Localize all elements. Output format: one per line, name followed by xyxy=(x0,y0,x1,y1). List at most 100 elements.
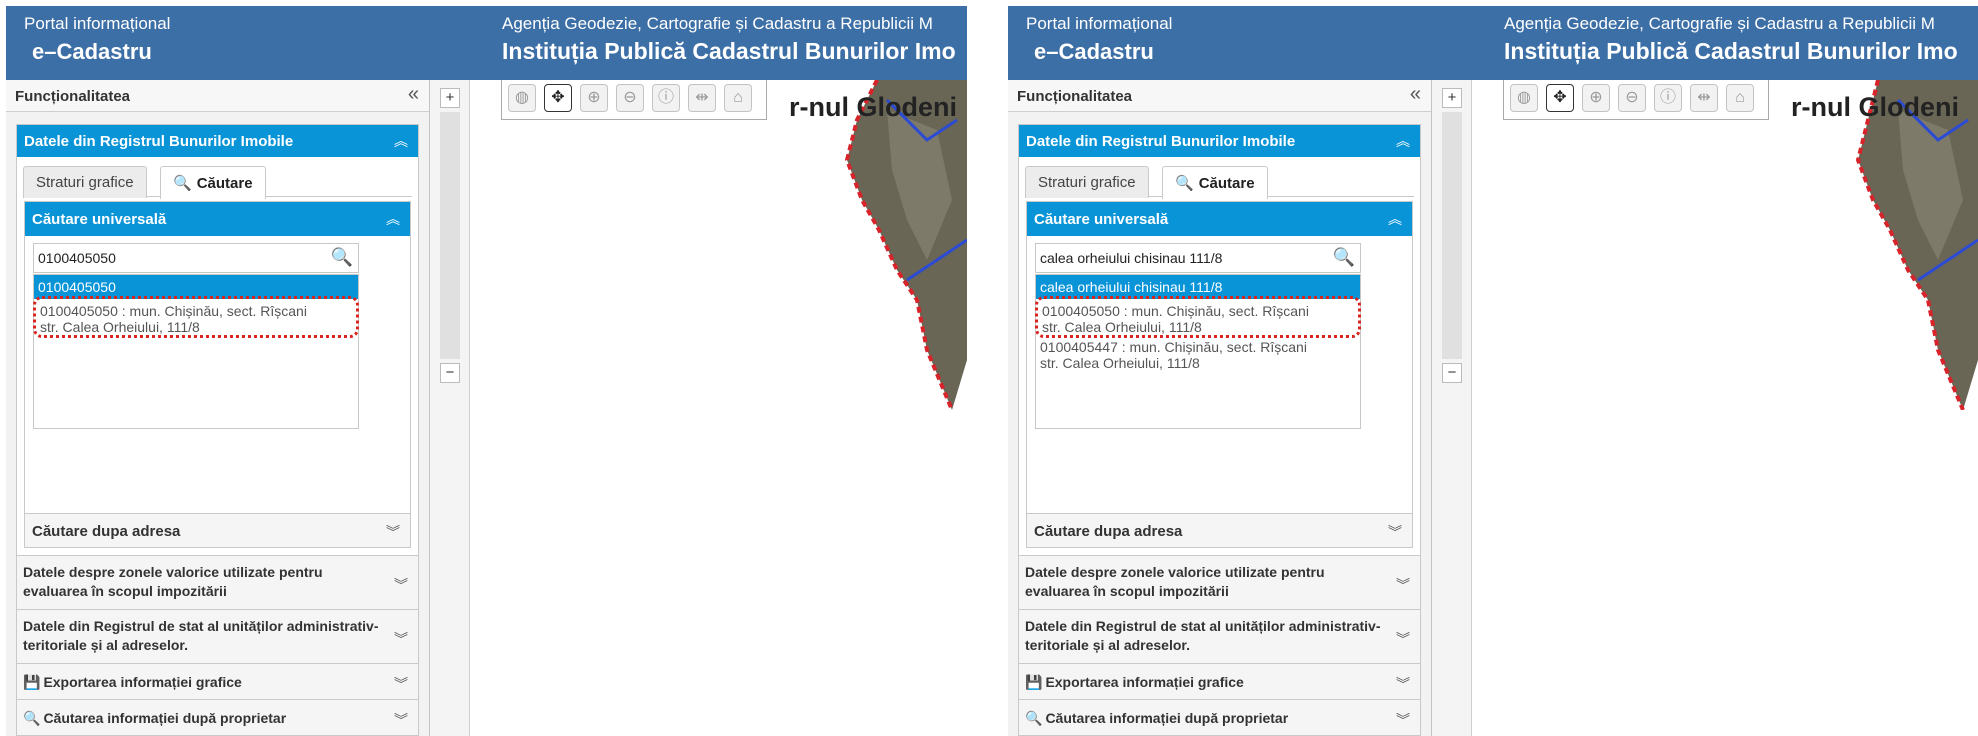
zoom-slider[interactable] xyxy=(440,112,460,359)
address-search-title: Căutare dupa adresa xyxy=(1034,523,1183,540)
map-view[interactable]: ◍ ✥ ⊕ ⊖ ⓘ ⇹ ⌂ r-nul Glodeni xyxy=(471,80,967,736)
globe-icon[interactable]: ◍ xyxy=(508,84,536,112)
section-title-wrap: 🔍 Căutarea informației după proprietar xyxy=(1025,709,1385,728)
screenshot-right: Portal informațional e–Cadastru Agenția … xyxy=(1008,6,1978,736)
search-field[interactable]: 🔍 xyxy=(1035,243,1361,273)
zoom-in-icon[interactable]: ⊕ xyxy=(1582,84,1610,112)
screenshot-left: Portal informațional e–Cadastru Agenția … xyxy=(6,6,967,736)
measure-icon[interactable]: ⇹ xyxy=(688,84,716,112)
chevron-up-icon[interactable]: ︽ xyxy=(1396,131,1410,151)
search-input[interactable] xyxy=(1036,244,1326,272)
info-icon[interactable]: ⓘ xyxy=(1654,84,1682,112)
result-item[interactable]: 0100405050 : mun. Chișinău, sect. Rîșcan… xyxy=(33,296,359,338)
chevron-down-icon[interactable]: ︾ xyxy=(394,710,408,730)
suggestion-list: calea orheiului chisinau 111/8 010040505… xyxy=(1035,274,1361,429)
chevron-down-icon[interactable]: ︾ xyxy=(1396,629,1410,649)
chevron-up-icon[interactable]: ︽ xyxy=(1388,209,1402,229)
portal-label: Portal informațional xyxy=(24,14,171,33)
collapse-icon[interactable]: « xyxy=(408,83,419,106)
search-icon: 🔍 xyxy=(23,710,41,726)
tab-label: Straturi grafice xyxy=(36,174,134,191)
section-title: Exportarea informației grafice xyxy=(43,674,242,690)
zoom-out-icon[interactable]: ⊖ xyxy=(1618,84,1646,112)
chevron-up-icon[interactable]: ︽ xyxy=(386,209,400,229)
chevron-down-icon[interactable]: ︾ xyxy=(1396,575,1410,595)
search-icon[interactable]: 🔍 xyxy=(1333,247,1355,268)
result-line: 0100405050 : mun. Chișinău, sect. Rîșcan… xyxy=(1042,303,1309,319)
address-search-header[interactable]: Căutare dupa adresa ︾ xyxy=(25,513,410,547)
functionality-bar: Funcționalitatea « xyxy=(1008,80,1431,112)
universal-search-header[interactable]: Căutare universală ︽ xyxy=(25,202,410,236)
tab-bar: Straturi grafice 🔍 Căutare xyxy=(23,161,412,199)
terrain-image xyxy=(1855,80,1978,410)
app-title[interactable]: e–Cadastru xyxy=(32,39,152,65)
suggestion-list: 0100405050 0100405050 : mun. Chișinău, s… xyxy=(33,274,359,429)
terrain-image xyxy=(844,80,967,410)
pan-icon[interactable]: ✥ xyxy=(544,84,572,112)
tab-label: Căutare xyxy=(196,175,253,192)
globe-icon[interactable]: ◍ xyxy=(1510,84,1538,112)
measure-icon[interactable]: ⇹ xyxy=(1690,84,1718,112)
universal-search-header[interactable]: Căutare universală ︽ xyxy=(1027,202,1412,236)
registry-header[interactable]: Datele din Registrul Bunurilor Imobile ︽ xyxy=(1019,125,1420,157)
chevron-down-icon[interactable]: ︾ xyxy=(1396,710,1410,730)
zoom-out-button[interactable]: − xyxy=(1442,363,1462,383)
result-item[interactable]: 0100405050 : mun. Chișinău, sect. Rîșcan… xyxy=(1035,296,1361,338)
section-owner-search[interactable]: 🔍 Căutarea informației după proprietar ︾ xyxy=(16,700,419,736)
area-icon[interactable]: ⌂ xyxy=(724,84,752,112)
registry-accordion: Datele din Registrul Bunurilor Imobile ︽… xyxy=(16,124,419,556)
result-line: str. Calea Orheiului, 111/8 xyxy=(40,319,200,335)
app-title[interactable]: e–Cadastru xyxy=(1034,39,1154,65)
search-icon: 🔍 xyxy=(1025,710,1043,726)
section-admin-registry[interactable]: Datele din Registrul de stat al unitățil… xyxy=(1018,610,1421,664)
result-line: 0100405447 : mun. Chișinău, sect. Rîșcan… xyxy=(1040,339,1307,355)
result-line: str. Calea Orheiului, 111/8 xyxy=(1042,319,1202,335)
zoom-in-button[interactable]: + xyxy=(1442,88,1462,108)
suggestion-selected[interactable]: calea orheiului chisinau 111/8 xyxy=(1036,275,1360,299)
chevron-down-icon[interactable]: ︾ xyxy=(394,674,408,694)
chevron-down-icon[interactable]: ︾ xyxy=(394,575,408,595)
functionality-title: Funcționalitatea xyxy=(15,88,131,105)
universal-search-title: Căutare universală xyxy=(1034,211,1169,228)
section-owner-search[interactable]: 🔍 Căutarea informației după proprietar ︾ xyxy=(1018,700,1421,736)
section-export-graphics[interactable]: 💾 Exportarea informației grafice ︾ xyxy=(16,664,419,700)
area-icon[interactable]: ⌂ xyxy=(1726,84,1754,112)
pan-icon[interactable]: ✥ xyxy=(1546,84,1574,112)
chevron-down-icon[interactable]: ︾ xyxy=(1388,522,1402,542)
section-title-wrap: 💾 Exportarea informației grafice xyxy=(1025,673,1385,692)
functionality-bar: Funcționalitatea « xyxy=(6,80,429,112)
zoom-slider[interactable] xyxy=(1442,112,1462,359)
zoom-out-icon[interactable]: ⊖ xyxy=(616,84,644,112)
zoom-control: + − xyxy=(430,80,470,736)
address-search-header[interactable]: Căutare dupa adresa ︾ xyxy=(1027,513,1412,547)
registry-header[interactable]: Datele din Registrul Bunurilor Imobile ︽ xyxy=(17,125,418,157)
search-field[interactable]: 🔍 xyxy=(33,243,359,273)
zoom-out-button[interactable]: − xyxy=(440,363,460,383)
chevron-up-icon[interactable]: ︽ xyxy=(394,131,408,151)
tab-straturi-grafice[interactable]: Straturi grafice xyxy=(1025,166,1149,198)
section-valuation-zones[interactable]: Datele despre zonele valorice utilizate … xyxy=(16,556,419,610)
universal-search-title: Căutare universală xyxy=(32,211,167,228)
tab-cautare[interactable]: 🔍 Căutare xyxy=(1162,166,1268,199)
info-icon[interactable]: ⓘ xyxy=(652,84,680,112)
chevron-down-icon[interactable]: ︾ xyxy=(394,629,408,649)
tab-straturi-grafice[interactable]: Straturi grafice xyxy=(23,166,147,198)
zoom-in-button[interactable]: + xyxy=(440,88,460,108)
section-admin-registry[interactable]: Datele din Registrul de stat al unitățil… xyxy=(16,610,419,664)
section-export-graphics[interactable]: 💾 Exportarea informației grafice ︾ xyxy=(1018,664,1421,700)
section-valuation-zones[interactable]: Datele despre zonele valorice utilizate … xyxy=(1018,556,1421,610)
section-title: Căutarea informației după proprietar xyxy=(43,710,287,726)
chevron-down-icon[interactable]: ︾ xyxy=(1396,674,1410,694)
suggestion-selected[interactable]: 0100405050 xyxy=(34,275,358,299)
chevron-down-icon[interactable]: ︾ xyxy=(386,522,400,542)
region-label: r-nul Glodeni xyxy=(789,92,957,122)
map-view[interactable]: ◍ ✥ ⊕ ⊖ ⓘ ⇹ ⌂ r-nul Glodeni xyxy=(1473,80,1978,736)
search-icon[interactable]: 🔍 xyxy=(331,247,353,268)
tab-cautare[interactable]: 🔍 Căutare xyxy=(160,166,266,199)
zoom-in-icon[interactable]: ⊕ xyxy=(580,84,608,112)
sidebar: Funcționalitatea « Datele din Registrul … xyxy=(6,80,430,736)
collapse-icon[interactable]: « xyxy=(1410,83,1421,106)
registry-title: Datele din Registrul Bunurilor Imobile xyxy=(1026,133,1296,150)
result-item[interactable]: 0100405447 : mun. Chișinău, sect. Rîșcan… xyxy=(1036,335,1360,371)
search-input[interactable] xyxy=(34,244,324,272)
